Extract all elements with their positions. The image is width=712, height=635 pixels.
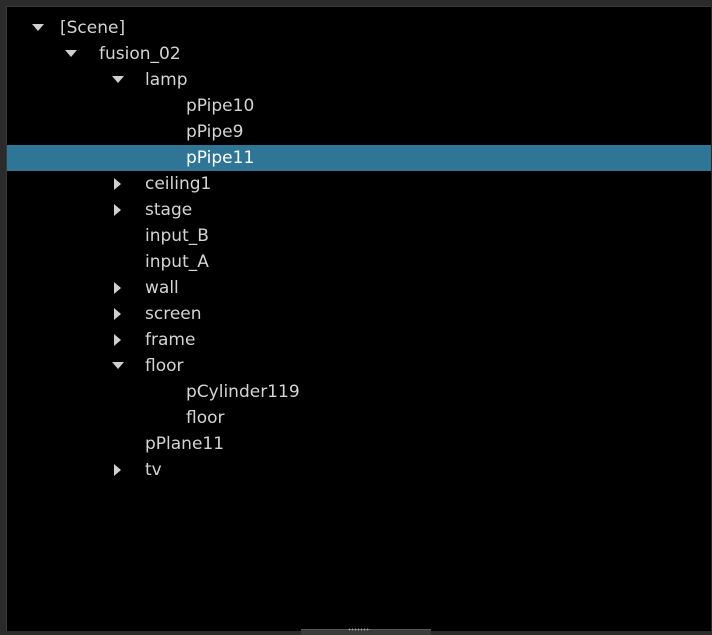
tree-item-label: ceiling1 (145, 174, 212, 194)
outliner-window: [Scene] fusion_02lamp pPipe10 pPipe9 pPipe11… (0, 0, 712, 635)
tree-item-selected[interactable]: pPipe11 (7, 145, 711, 171)
tree-item[interactable]: pPlane11 (7, 431, 711, 457)
tree-item[interactable]: input_A (7, 249, 711, 275)
collapsed-arrow-icon[interactable] (112, 301, 124, 327)
tree-item[interactable]: tv (7, 457, 711, 483)
tree-item[interactable]: fusion_02 (7, 41, 711, 67)
tree-item[interactable]: frame (7, 327, 711, 353)
tree-item[interactable]: screen (7, 301, 711, 327)
tree-item-label: stage (145, 200, 193, 220)
tree-item[interactable]: pPipe10 (7, 93, 711, 119)
tree-item[interactable]: wall (7, 275, 711, 301)
tree-item-label: pPipe11 (186, 148, 255, 168)
grip-icon[interactable] (348, 628, 370, 631)
expanded-arrow-icon[interactable] (112, 67, 124, 93)
expanded-arrow-icon[interactable] (65, 41, 77, 67)
tree-item[interactable]: floor (7, 353, 711, 379)
tree-item-label: pPipe10 (186, 96, 255, 116)
expanded-arrow-icon[interactable] (112, 353, 124, 379)
tree-item-label: frame (145, 330, 196, 350)
collapsed-arrow-icon[interactable] (112, 457, 124, 483)
collapsed-arrow-icon[interactable] (112, 171, 124, 197)
tree-item-label: floor (145, 356, 184, 376)
tree-item-label: wall (145, 278, 179, 298)
tree-item-label: pCylinder119 (186, 382, 300, 402)
tree-item[interactable]: input_B (7, 223, 711, 249)
tree-item[interactable]: stage (7, 197, 711, 223)
tree-item-label: [Scene] (60, 18, 126, 38)
tree-item-label: tv (145, 460, 162, 480)
tree-item[interactable]: pPipe9 (7, 119, 711, 145)
tree-item[interactable]: lamp (7, 67, 711, 93)
expanded-arrow-icon[interactable] (32, 15, 44, 41)
scene-tree[interactable]: [Scene] fusion_02lamp pPipe10 pPipe9 pPipe11… (6, 6, 711, 631)
collapsed-arrow-icon[interactable] (112, 197, 124, 223)
tree-item[interactable]: ceiling1 (7, 171, 711, 197)
tree-item-label: pPipe9 (186, 122, 244, 142)
tree-item-label: floor (186, 408, 225, 428)
tree-item[interactable]: floor (7, 405, 711, 431)
tree-item[interactable]: pCylinder119 (7, 379, 711, 405)
tree-item-label: screen (145, 304, 202, 324)
tree-item-label: input_B (145, 226, 209, 246)
tree-item-label: input_A (145, 252, 209, 272)
tree-item-label: fusion_02 (99, 44, 181, 64)
collapsed-arrow-icon[interactable] (112, 327, 124, 353)
tree-item[interactable]: [Scene] (7, 15, 711, 41)
tree-item-label: lamp (145, 70, 188, 90)
tree-item-label: pPlane11 (145, 434, 225, 454)
collapsed-arrow-icon[interactable] (112, 275, 124, 301)
